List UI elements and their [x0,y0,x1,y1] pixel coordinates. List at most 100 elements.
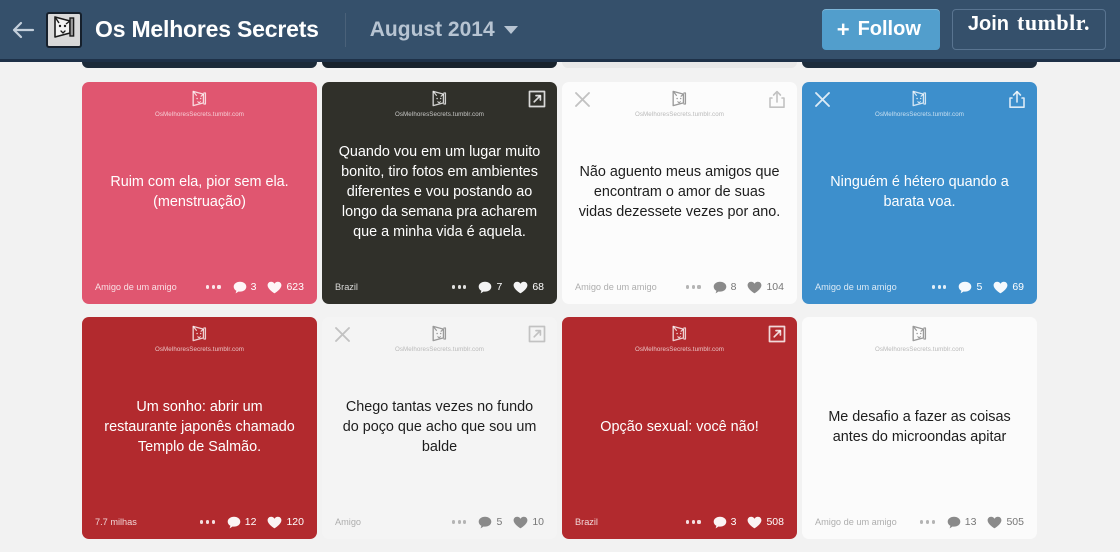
brand-url-label: OsMelhoresSecrets.tumblr.com [634,111,725,118]
brand-fox-icon [192,90,207,107]
like-count[interactable]: 120 [267,516,304,529]
comment-icon [479,516,492,528]
blog-avatar[interactable] [46,11,82,48]
follow-button[interactable]: + Follow [821,9,940,50]
card-footer: Amigo 5 10 [322,505,557,539]
like-count[interactable]: 505 [987,516,1024,529]
like-count-value: 120 [286,516,304,528]
card-top-bar: OsMelhoresSecrets.tumblr.com [562,317,797,365]
plus-icon: + [836,16,850,42]
like-count-value: 68 [532,281,544,293]
post-author: Brazil [575,517,598,527]
previous-row-sliver [0,62,1120,68]
blog-avatar-fox-icon [49,13,79,46]
brand-watermark: OsMelhoresSecrets.tumblr.com [562,89,797,118]
secret-text: Opção sexual: você não! [600,419,759,436]
comment-count[interactable]: 3 [233,281,256,294]
comment-count[interactable]: 7 [478,281,502,294]
more-options-icon[interactable] [451,517,468,526]
join-tumblr-button[interactable]: Join tumblr. [951,9,1106,50]
post-row: OsMelhoresSecrets.tumblr.com Ruim com ela… [82,82,1042,304]
more-options-icon[interactable] [685,282,702,291]
post-card[interactable]: OsMelhoresSecrets.tumblr.com Chego tantas… [322,317,557,539]
post-card[interactable]: OsMelhoresSecrets.tumblr.com Quando vou e… [322,82,557,304]
card-body: Um sonho: abrir um restaurante japonês c… [82,365,317,505]
comment-count[interactable]: 5 [478,516,502,529]
comment-count[interactable]: 12 [227,516,256,529]
post-card[interactable]: OsMelhoresSecrets.tumblr.com Ruim com ela… [82,82,317,304]
comment-count-value: 8 [730,281,737,293]
more-options-icon[interactable] [685,517,702,526]
brand-url-label: OsMelhoresSecrets.tumblr.com [634,346,725,353]
more-options-icon[interactable] [931,282,948,291]
heart-icon [513,516,528,528]
card-body: Opção sexual: você não! [562,365,797,505]
comment-count[interactable]: 13 [947,516,976,529]
post-author: 7.7 milhas [95,517,137,527]
card-actions: 13 505 [919,516,1024,529]
like-count[interactable]: 69 [993,281,1024,294]
header-divider [344,12,346,47]
post-card[interactable]: OsMelhoresSecrets.tumblr.com Não aguento … [562,82,797,304]
card-body: Não aguento meus amigos que encontram o … [562,130,797,270]
secret-text: Quando vou em um lugar muito bonito, tir… [338,144,541,240]
post-card[interactable]: OsMelhoresSecrets.tumblr.com Ninguém é hé… [802,82,1037,304]
card-body: Quando vou em um lugar muito bonito, tir… [322,130,557,270]
comment-count[interactable]: 3 [713,516,737,529]
brand-fox-icon [672,325,687,342]
back-arrow-icon [11,20,35,40]
post-card[interactable]: OsMelhoresSecrets.tumblr.com Me desafio a… [802,317,1037,539]
card-top-bar: OsMelhoresSecrets.tumblr.com [322,82,557,130]
like-count[interactable]: 104 [747,281,784,294]
like-count[interactable]: 68 [513,281,544,294]
card-footer: 7.7 milhas 12 120 [82,505,317,539]
brand-fox-icon [432,90,447,107]
comment-count-value: 5 [496,516,503,528]
more-options-icon[interactable] [205,282,222,291]
secret-text: Um sonho: abrir um restaurante japonês c… [104,399,295,455]
tumblr-wordmark: tumblr. [1017,10,1090,35]
card-body: Ninguém é hétero quando a barata voa. [802,130,1037,270]
brand-url-label: OsMelhoresSecrets.tumblr.com [154,346,245,353]
month-archive-selector[interactable]: August 2014 [370,18,518,42]
card-footer: Brazil 3 508 [562,505,797,539]
like-count[interactable]: 623 [267,281,304,294]
back-button[interactable] [0,0,46,61]
comment-count-value: 3 [730,516,737,528]
post-author: Amigo de um amigo [95,282,177,292]
brand-watermark: OsMelhoresSecrets.tumblr.com [322,324,557,353]
comment-count-value: 7 [496,281,503,293]
brand-url-label: OsMelhoresSecrets.tumblr.com [394,346,485,353]
comment-count[interactable]: 5 [958,281,982,294]
card-footer: Brazil 7 68 [322,270,557,304]
more-options-icon[interactable] [451,282,468,291]
card-footer: Amigo de um amigo 8 104 [562,270,797,304]
brand-watermark: OsMelhoresSecrets.tumblr.com [802,89,1037,118]
card-body: Ruim com ela, pior sem ela. (menstruação… [82,130,317,270]
secret-text: Ninguém é hétero quando a barata voa. [830,174,1009,210]
card-body: Me desafio a fazer as coisas antes do mi… [802,365,1037,505]
more-options-icon[interactable] [199,517,216,526]
brand-watermark: OsMelhoresSecrets.tumblr.com [82,324,317,353]
like-count-value: 623 [286,281,304,293]
comment-count[interactable]: 8 [713,281,737,294]
heart-icon [988,516,1002,528]
brand-fox-icon [672,90,687,107]
month-label: August 2014 [369,17,495,41]
brand-watermark: OsMelhoresSecrets.tumblr.com [322,89,557,118]
card-actions: 8 104 [685,281,784,294]
brand-url-label: OsMelhoresSecrets.tumblr.com [154,111,245,118]
card-top-bar: OsMelhoresSecrets.tumblr.com [802,82,1037,130]
post-author: Brazil [335,282,358,292]
like-count[interactable]: 10 [513,516,544,529]
more-options-icon[interactable] [919,517,936,526]
post-card[interactable]: OsMelhoresSecrets.tumblr.com Um sonho: ab… [82,317,317,539]
like-count-value: 69 [1012,281,1024,293]
card-top-bar: OsMelhoresSecrets.tumblr.com [82,317,317,365]
brand-watermark: OsMelhoresSecrets.tumblr.com [802,324,1037,353]
like-count[interactable]: 508 [747,516,784,529]
post-card[interactable]: OsMelhoresSecrets.tumblr.com Opção sexual… [562,317,797,539]
comment-icon [713,516,726,528]
like-count-value: 505 [1006,516,1024,528]
like-count-value: 10 [532,516,544,528]
